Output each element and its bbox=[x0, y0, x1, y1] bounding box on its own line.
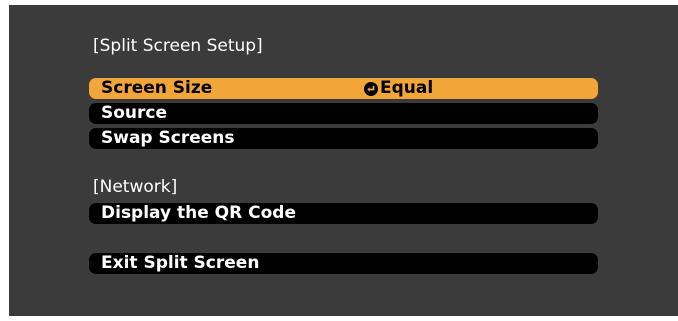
menu-item-label: Exit Split Screen bbox=[101, 253, 260, 273]
return-icon bbox=[364, 81, 378, 96]
menu-item-label: Source bbox=[101, 103, 168, 123]
menu-item-screen-size[interactable]: Screen Size Equal bbox=[89, 78, 598, 99]
menu-item-label: Display the QR Code bbox=[101, 203, 296, 223]
menu-item-display-qr-code[interactable]: Display the QR Code bbox=[89, 203, 598, 224]
menu-item-label: Screen Size bbox=[101, 78, 213, 98]
screen-size-value[interactable]: Equal bbox=[364, 78, 433, 99]
split-screen-setup-title: [Split Screen Setup] bbox=[93, 36, 263, 56]
network-title: [Network] bbox=[93, 177, 178, 197]
menu-item-swap-screens[interactable]: Swap Screens bbox=[89, 128, 598, 149]
menu-item-exit-split-screen[interactable]: Exit Split Screen bbox=[89, 253, 598, 274]
screen-size-value-text: Equal bbox=[380, 78, 434, 98]
menu-item-label: Swap Screens bbox=[101, 128, 235, 148]
menu-item-source[interactable]: Source bbox=[89, 103, 598, 124]
